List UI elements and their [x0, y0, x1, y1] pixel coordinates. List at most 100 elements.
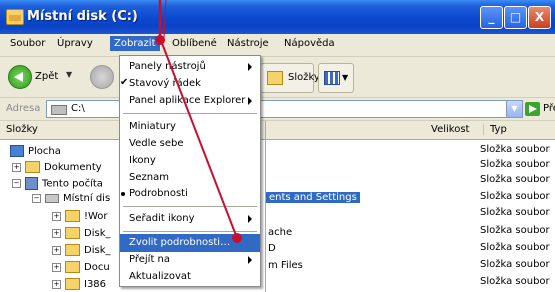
menu-upravy[interactable]: Úpravy [57, 38, 93, 49]
menu-item-label: Aktualizovat [129, 271, 191, 282]
file-type: Složka soubor [480, 276, 550, 287]
minimize-button[interactable]: _ [480, 6, 503, 29]
folder-icon [65, 261, 80, 273]
menu-item-label: Seznam [129, 172, 169, 183]
menu-nastroje[interactable]: Nástroje [227, 38, 269, 49]
tree-item-folder[interactable]: + Disk_ [52, 227, 110, 241]
tree-item-folder[interactable]: + !Wor [52, 210, 108, 224]
menu-item-refresh[interactable]: Aktualizovat [120, 268, 260, 286]
menu-item-icons[interactable]: Ikony [120, 152, 260, 170]
desktop-icon [10, 145, 24, 157]
go-button-label[interactable]: Přejít [543, 103, 555, 114]
menu-zobrazit[interactable]: Zobrazit [110, 36, 160, 51]
expand-icon[interactable]: + [52, 245, 61, 255]
chevron-down-icon[interactable]: ▼ [506, 101, 522, 117]
tree-item-desktop[interactable]: Plocha [10, 145, 61, 159]
folders-button-label: Složky [288, 72, 320, 83]
title-bar[interactable]: Místní disk (C:) _ □ X [0, 0, 555, 34]
expand-icon[interactable]: + [52, 228, 61, 238]
menu-item-label: Zvolit podrobnosti… [129, 237, 231, 248]
column-header: Velikost Typ [266, 121, 555, 140]
tree-label: I386 [84, 279, 107, 290]
file-list[interactable]: Velikost Typ Složka soubor Složka soubor… [266, 121, 555, 292]
tree-label: Místní dis [63, 193, 111, 204]
tree-label: Plocha [28, 146, 61, 157]
file-type: Složka soubor [480, 207, 550, 218]
collapse-icon[interactable]: − [12, 179, 21, 188]
menu-item-choose-details[interactable]: Zvolit podrobnosti… [120, 234, 260, 252]
tree-item-folder[interactable]: + I386 [52, 278, 106, 292]
menu-item-details[interactable]: Podrobnosti [120, 185, 260, 203]
radio-bullet-icon [121, 192, 125, 196]
submenu-arrow-icon [248, 97, 252, 105]
tree-item-folder[interactable]: + Docu [52, 261, 110, 275]
folders-icon [267, 71, 283, 85]
file-type: Složka soubor [480, 191, 550, 202]
column-size[interactable]: Velikost [431, 124, 469, 135]
address-bar: Adresa C:\ ▼ Přejít [0, 98, 555, 121]
menu-item-tiles[interactable]: Vedle sebe [120, 135, 260, 153]
menu-item-explorer-bar[interactable]: Panel aplikace Explorer [120, 92, 260, 110]
menu-soubor[interactable]: Soubor [10, 38, 45, 49]
column-type[interactable]: Typ [483, 124, 507, 135]
view-menu: Panely nástrojů ✔ Stavový řádek Panel ap… [119, 55, 261, 287]
back-arrow-icon[interactable] [8, 65, 32, 89]
file-name[interactable]: D [268, 243, 276, 254]
views-button[interactable]: ▼ [318, 63, 354, 93]
submenu-arrow-icon [248, 256, 252, 264]
folder-icon [65, 244, 80, 256]
expand-icon[interactable]: + [12, 162, 21, 172]
drive-icon [45, 193, 59, 203]
menu-item-arrange-icons[interactable]: Seřadit ikony [120, 210, 260, 228]
menu-item-thumbnails[interactable]: Miniatury [120, 118, 260, 136]
forward-arrow-icon[interactable] [90, 65, 114, 89]
back-button-label[interactable]: Zpět [35, 71, 58, 82]
expand-icon[interactable]: + [52, 211, 61, 221]
chevron-down-icon[interactable]: ▼ [66, 70, 72, 79]
file-type: Složka soubor [480, 242, 550, 253]
go-arrow-icon[interactable] [525, 102, 540, 116]
tree-label: Tento počíta [42, 178, 103, 190]
menu-separator [123, 206, 257, 207]
menu-item-label: Stavový řádek [129, 78, 201, 89]
file-type: Složka soubor [480, 174, 550, 185]
menu-item-toolbars[interactable]: Panely nástrojů [120, 58, 260, 76]
file-type: Složka soubor [480, 259, 550, 270]
expand-icon[interactable]: + [52, 279, 61, 289]
address-value: C:\ [71, 103, 85, 114]
tree-item-documents[interactable]: + Dokumenty [12, 161, 102, 175]
checkmark-icon: ✔ [120, 77, 129, 88]
menu-napoveda[interactable]: Nápověda [284, 38, 335, 49]
submenu-arrow-icon [248, 63, 252, 71]
menu-item-status-bar[interactable]: ✔ Stavový řádek [120, 75, 260, 93]
explorer-window: Místní disk (C:) _ □ X Soubor Úpravy Zob… [0, 0, 555, 292]
menu-item-label: Ikony [129, 155, 156, 166]
tree-label: Disk_ [84, 245, 111, 256]
folder-icon [25, 161, 40, 173]
tree-item-computer[interactable]: − Tento počíta [12, 177, 103, 191]
file-name[interactable]: m Files [268, 260, 303, 271]
menu-separator [123, 113, 257, 114]
menu-item-go-to[interactable]: Přejít na [120, 251, 260, 269]
menu-item-label: Přejít na [129, 254, 171, 265]
chevron-down-icon: ▼ [342, 73, 349, 82]
collapse-icon[interactable]: − [32, 193, 41, 203]
tree-label: Disk_ [84, 228, 111, 239]
file-name[interactable]: ache [268, 227, 292, 238]
menu-separator [123, 231, 257, 232]
window-title: Místní disk (C:) [27, 9, 138, 24]
close-button[interactable]: X [528, 6, 551, 29]
folders-button[interactable]: Složky [260, 63, 320, 93]
file-type: Složka soubor [480, 144, 550, 155]
menu-item-label: Panel aplikace Explorer [129, 95, 246, 106]
address-input[interactable]: C:\ ▼ [46, 100, 523, 118]
views-icon [324, 71, 340, 85]
tree-item-local-disk[interactable]: − Místní dis [32, 193, 110, 207]
file-name-selected[interactable]: ents and Settings [266, 192, 360, 203]
menu-oblibene[interactable]: Oblíbené [172, 38, 217, 49]
tree-item-folder[interactable]: + Disk_ [52, 244, 110, 258]
expand-icon[interactable]: + [52, 262, 61, 272]
maximize-button[interactable]: □ [504, 6, 527, 29]
folder-icon [65, 278, 80, 290]
tree-label: Docu [84, 262, 110, 273]
